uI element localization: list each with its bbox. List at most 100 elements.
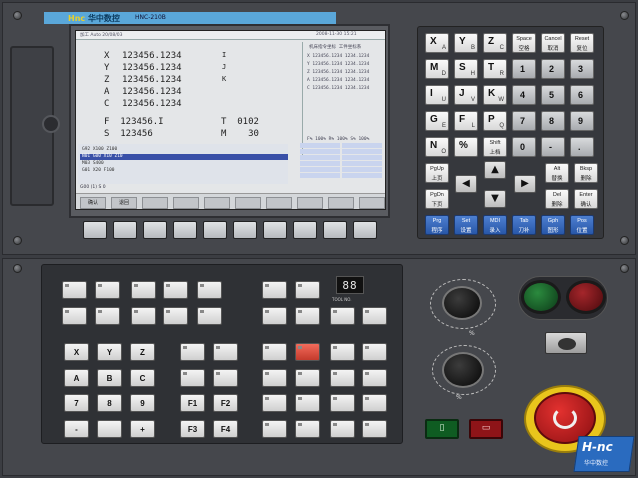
function-icon-button[interactable] [163, 307, 188, 325]
jog-b-button[interactable]: B [97, 369, 122, 387]
function-icon-button[interactable] [131, 307, 156, 325]
soft-key[interactable] [266, 197, 292, 209]
function-icon-button[interactable] [163, 281, 188, 299]
arrow-up-icon[interactable]: ▲ [484, 161, 506, 179]
jog-step-7-button[interactable]: 7 [64, 394, 89, 412]
function-icon-button[interactable] [295, 343, 320, 361]
soft-key[interactable]: 确认 [80, 197, 106, 209]
key-s[interactable]: SH [454, 59, 478, 79]
cycle-start-button[interactable]: ▯ [425, 419, 459, 439]
feed-hold-button[interactable]: ▭ [469, 419, 503, 439]
function-icon-button[interactable] [295, 281, 320, 299]
function-icon-button[interactable] [295, 420, 320, 438]
key-j[interactable]: JV [454, 85, 478, 105]
key-%[interactable]: % [454, 137, 478, 157]
arrow-down-icon[interactable]: ▼ [484, 190, 506, 208]
function-icon-button[interactable] [362, 343, 387, 361]
function-icon-button[interactable] [62, 307, 87, 325]
function-icon-button[interactable] [362, 307, 387, 325]
key-pgup[interactable]: PgUp 上页 [425, 163, 449, 183]
key-7[interactable]: 7 [512, 111, 536, 131]
function-icon-button[interactable] [131, 281, 156, 299]
rapid-traverse-button[interactable] [97, 420, 122, 438]
key-k[interactable]: KW [483, 85, 507, 105]
key-cancel[interactable]: Cancel 取消 [541, 33, 565, 53]
key-i[interactable]: IU [425, 85, 449, 105]
key-prg[interactable]: Prg 程序 [425, 215, 449, 235]
power-on-button[interactable] [521, 280, 561, 314]
power-off-button[interactable] [566, 280, 606, 314]
function-icon-button[interactable] [295, 307, 320, 325]
soft-key[interactable] [204, 197, 230, 209]
function-key[interactable] [113, 221, 137, 239]
soft-key[interactable] [328, 197, 354, 209]
jog-x-button[interactable]: X [64, 343, 89, 361]
key-9[interactable]: 9 [570, 111, 594, 131]
function-icon-button[interactable] [213, 369, 238, 387]
key-t[interactable]: TR [483, 59, 507, 79]
key-2[interactable]: 2 [541, 59, 565, 79]
soft-key[interactable] [235, 197, 261, 209]
function-icon-button[interactable] [262, 394, 287, 412]
key-shift[interactable]: Shift 上档 [483, 137, 507, 157]
key-pos[interactable]: Pos 位置 [570, 215, 594, 235]
key-gph[interactable]: Gph 图形 [541, 215, 565, 235]
jog-a-button[interactable]: A [64, 369, 89, 387]
key-set[interactable]: Set 设置 [454, 215, 478, 235]
key-p[interactable]: PQ [483, 111, 507, 131]
soft-key[interactable]: 退回 [111, 197, 137, 209]
jog-z-button[interactable]: Z [130, 343, 155, 361]
function-icon-button[interactable] [362, 369, 387, 387]
key-0[interactable]: 0 [512, 137, 536, 157]
function-icon-button[interactable] [262, 343, 287, 361]
key-m[interactable]: MD [425, 59, 449, 79]
jog-c-button[interactable]: C [130, 369, 155, 387]
function-icon-button[interactable] [362, 394, 387, 412]
function-key[interactable] [83, 221, 107, 239]
soft-key[interactable] [173, 197, 199, 209]
key-alt[interactable]: Alt 替换 [545, 163, 569, 183]
soft-key[interactable] [142, 197, 168, 209]
arrow-left-icon[interactable]: ◀ [455, 175, 477, 193]
function-icon-button[interactable] [262, 369, 287, 387]
key-z[interactable]: ZC [483, 33, 507, 53]
key-mdi[interactable]: MDI 录入 [483, 215, 507, 235]
function-icon-button[interactable] [197, 281, 222, 299]
arrow-right-icon[interactable]: ▶ [514, 175, 536, 193]
function-icon-button[interactable] [330, 369, 355, 387]
f2-button[interactable]: F2 [213, 394, 238, 412]
key-1[interactable]: 1 [512, 59, 536, 79]
function-key[interactable] [323, 221, 347, 239]
key-.[interactable]: . [570, 137, 594, 157]
function-icon-button[interactable] [62, 281, 87, 299]
key-6[interactable]: 6 [570, 85, 594, 105]
function-icon-button[interactable] [180, 343, 205, 361]
key-x[interactable]: XA [425, 33, 449, 53]
function-icon-button[interactable] [262, 420, 287, 438]
feed-override-knob[interactable] [442, 286, 482, 320]
function-key[interactable] [353, 221, 377, 239]
function-icon-button[interactable] [262, 307, 287, 325]
function-icon-button[interactable] [362, 420, 387, 438]
function-key[interactable] [173, 221, 197, 239]
key--[interactable]: - [541, 137, 565, 157]
key-4[interactable]: 4 [512, 85, 536, 105]
jog-y-button[interactable]: Y [97, 343, 122, 361]
function-key[interactable] [233, 221, 257, 239]
key-3[interactable]: 3 [570, 59, 594, 79]
function-icon-button[interactable] [95, 307, 120, 325]
function-key[interactable] [293, 221, 317, 239]
function-icon-button[interactable] [330, 343, 355, 361]
f4-button[interactable]: F4 [213, 420, 238, 438]
key-n[interactable]: NO [425, 137, 449, 157]
function-key[interactable] [203, 221, 227, 239]
soft-key[interactable] [359, 197, 385, 209]
key-bksp[interactable]: Bksp 删除 [574, 163, 598, 183]
function-icon-button[interactable] [180, 369, 205, 387]
function-icon-button[interactable] [330, 420, 355, 438]
key-del[interactable]: Del 删除 [545, 189, 569, 209]
f3-button[interactable]: F3 [180, 420, 205, 438]
spindle-override-knob[interactable] [442, 352, 484, 388]
jog-step-9-button[interactable]: 9 [130, 394, 155, 412]
function-icon-button[interactable] [197, 307, 222, 325]
